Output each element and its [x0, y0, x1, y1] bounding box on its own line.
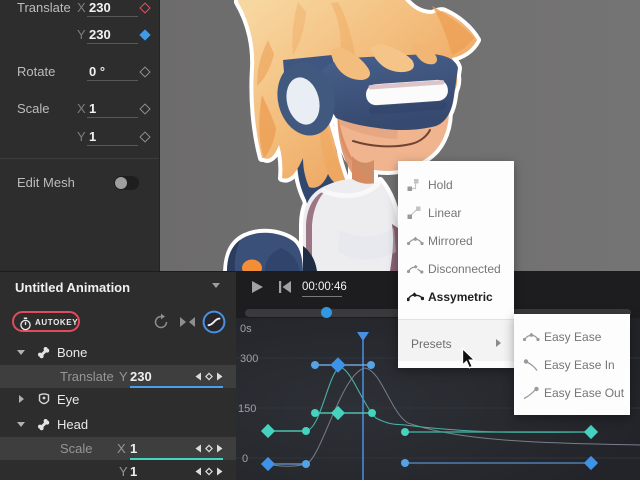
svg-text:150: 150: [238, 403, 256, 415]
svg-text:0s: 0s: [240, 323, 252, 335]
svg-text:0: 0: [242, 453, 248, 465]
svg-text:300: 300: [240, 353, 258, 365]
